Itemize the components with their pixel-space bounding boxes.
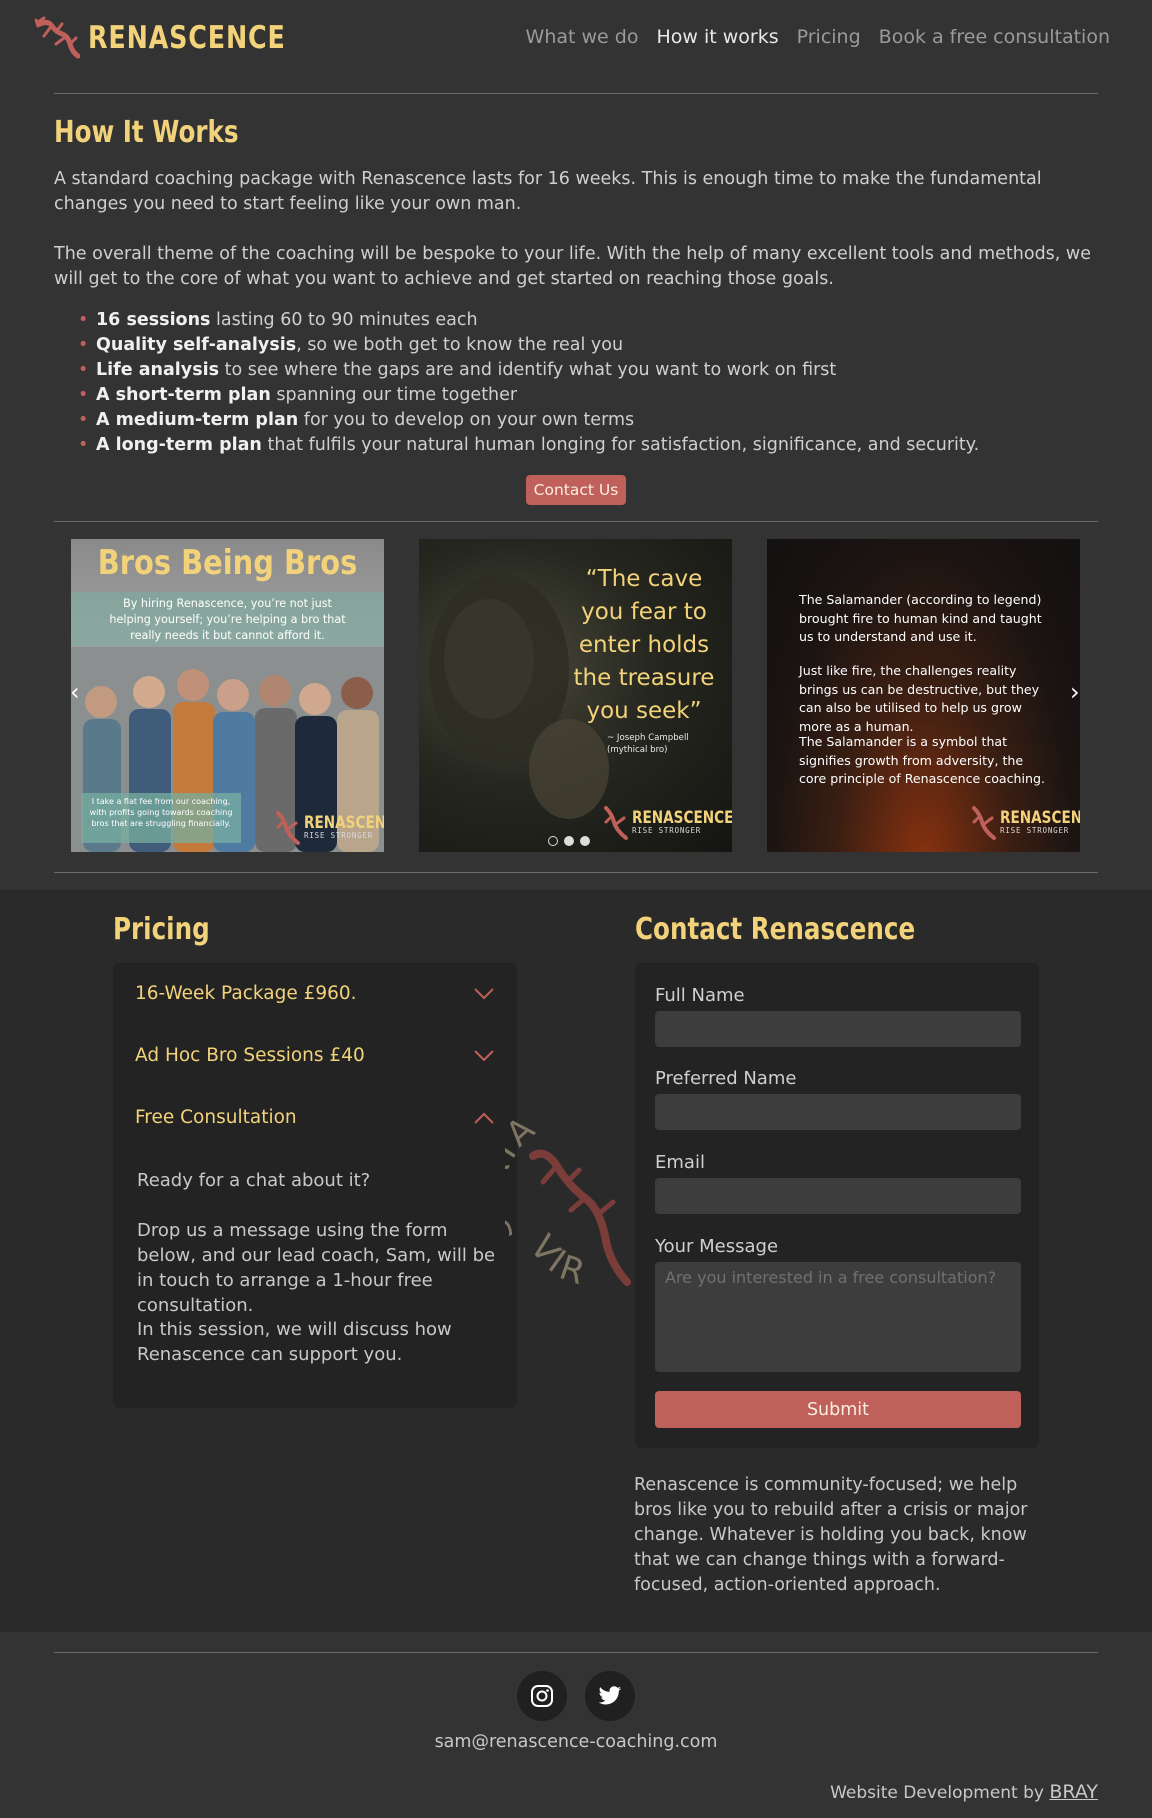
carousel-slide-bros: Bros Being Bros By hiring Renascence, yo… xyxy=(71,539,384,852)
chevron-down-icon xyxy=(474,1050,494,1062)
accordion-label: Free Consultation xyxy=(135,1107,297,1128)
main-nav: What we do How it works Pricing Book a f… xyxy=(526,26,1110,48)
accordion-body-text: Ready for a chat about it? xyxy=(137,1170,371,1191)
pricing-title: Pricing xyxy=(113,912,210,947)
community-text: Renascence is community-focused; we help… xyxy=(634,1475,1028,1595)
instagram-icon xyxy=(531,1685,553,1707)
slide-text: The Salamander is a symbol that signifie… xyxy=(799,734,1045,786)
list-item: 16 sessions lasting 60 to 90 minutes eac… xyxy=(78,308,979,333)
instagram-link[interactable] xyxy=(517,1671,567,1721)
carousel-slide-salamander: The Salamander (according to legend) bro… xyxy=(767,539,1080,852)
footer-email[interactable]: sam@renascence-coaching.com xyxy=(0,1732,1152,1752)
list-item: A long-term plan that fulfils your natur… xyxy=(78,433,979,458)
nav-book-consultation[interactable]: Book a free consultation xyxy=(879,26,1110,48)
list-item: Life analysis to see where the gaps are … xyxy=(78,358,979,383)
seal-emblem: SERIA VIR xyxy=(505,1107,631,1294)
how-theme-paragraph: The overall theme of the coaching will b… xyxy=(54,244,1092,289)
email-field[interactable] xyxy=(655,1178,1021,1214)
image-carousel: Bros Being Bros By hiring Renascence, yo… xyxy=(0,538,1152,856)
carousel-slide-quote: “The cave you fear to enter holds the tr… xyxy=(419,539,732,852)
salamander-logo-icon xyxy=(972,806,996,840)
accordion-item-ad-hoc[interactable]: Ad Hoc Bro Sessions £40 xyxy=(135,1045,495,1075)
accordion-body-text: In this session, we will discuss how Ren… xyxy=(137,1319,452,1365)
how-intro-paragraph: A standard coaching package with Renasce… xyxy=(54,169,1042,214)
brand-mark-word: RENASCENCE xyxy=(1000,807,1080,828)
credit-prefix: Website Development by xyxy=(830,1783,1044,1803)
chevron-up-icon xyxy=(474,1112,494,1124)
brand-mark-word: RENASCENCE xyxy=(304,812,384,833)
divider xyxy=(54,872,1098,873)
full-name-field[interactable] xyxy=(655,1011,1021,1047)
divider xyxy=(54,521,1098,522)
carousel-dot[interactable] xyxy=(580,836,590,846)
slide-text: The Salamander (according to legend) bro… xyxy=(799,592,1042,644)
site-footer: sam@renascence-coaching.com Website Deve… xyxy=(0,1632,1152,1818)
submit-button[interactable]: Submit xyxy=(655,1391,1021,1428)
site-header: RENASCENCE What we do How it works Prici… xyxy=(0,0,1152,80)
twitter-link[interactable] xyxy=(585,1671,635,1721)
svg-text:VIR: VIR xyxy=(522,1228,594,1294)
preferred-name-field[interactable] xyxy=(655,1094,1021,1130)
carousel-indicators xyxy=(548,836,590,846)
slide-footnote-text: I take a flat fee from our coaching, wit… xyxy=(89,797,233,828)
brand-mark: RENASCENCERISE STRONGER xyxy=(602,802,732,842)
carousel-dot[interactable] xyxy=(564,836,574,846)
contact-form: Full Name Preferred Name Email Your Mess… xyxy=(635,963,1039,1448)
accordion-item-free-consultation[interactable]: Free Consultation xyxy=(135,1107,495,1137)
slide-band-text: By hiring Renascence, you’re not just he… xyxy=(109,597,346,642)
brand-mark-word: RENASCENCE xyxy=(632,807,732,828)
chevron-right-icon[interactable]: › xyxy=(1070,678,1080,706)
features-list: 16 sessions lasting 60 to 90 minutes eac… xyxy=(78,308,979,458)
logo[interactable]: RENASCENCE xyxy=(34,14,329,62)
svg-text:SERIA: SERIA xyxy=(505,1107,545,1248)
nav-what-we-do[interactable]: What we do xyxy=(526,26,639,48)
preferred-name-label: Preferred Name xyxy=(655,1068,797,1089)
list-item: A short-term plan spanning our time toge… xyxy=(78,383,979,408)
chevron-left-icon[interactable]: ‹ xyxy=(70,678,80,706)
slide-footnote: I take a flat fee from our coaching, wit… xyxy=(81,793,241,843)
brand-mark: RENASCENCERISE STRONGER xyxy=(274,807,384,847)
contact-title: Contact Renascence xyxy=(635,912,916,947)
divider xyxy=(54,93,1098,94)
contact-us-button[interactable]: Contact Us xyxy=(526,475,626,505)
quote-text: “The cave you fear to enter holds the tr… xyxy=(573,566,715,724)
message-field[interactable] xyxy=(655,1262,1021,1372)
accordion-item-16-week[interactable]: 16-Week Package £960. xyxy=(135,983,495,1013)
salamander-logo-icon xyxy=(34,16,80,59)
brand-mark: RENASCENCERISE STRONGER xyxy=(970,802,1080,842)
slide-text: Just like fire, the challenges reality b… xyxy=(799,663,1040,734)
bray-link[interactable]: BRAY xyxy=(1049,1781,1098,1803)
twitter-icon xyxy=(598,1686,622,1705)
accordion-label: Ad Hoc Bro Sessions £40 xyxy=(135,1045,365,1066)
chevron-down-icon xyxy=(474,988,494,1000)
divider xyxy=(54,1652,1098,1653)
list-item: A medium-term plan for you to develop on… xyxy=(78,408,979,433)
nav-pricing[interactable]: Pricing xyxy=(797,26,861,48)
quote-attribution: ~ Joseph Campbell (mythical bro) xyxy=(607,733,689,755)
full-name-label: Full Name xyxy=(655,985,745,1006)
brand-wordmark: RENASCENCE xyxy=(88,20,286,56)
accordion-label: 16-Week Package £960. xyxy=(135,983,357,1004)
pricing-accordion: 16-Week Package £960. Ad Hoc Bro Session… xyxy=(113,963,517,1408)
salamander-logo-icon xyxy=(276,811,300,845)
accordion-body-text: Drop us a message using the form below, … xyxy=(137,1220,496,1316)
salamander-logo-icon xyxy=(604,806,628,840)
slide-title: Bros Being Bros xyxy=(97,543,358,583)
footer-credit: Website Development by BRAY xyxy=(830,1781,1098,1803)
list-item: Quality self-analysis, so we both get to… xyxy=(78,333,979,358)
nav-how-it-works[interactable]: How it works xyxy=(656,26,778,48)
message-label: Your Message xyxy=(655,1236,779,1257)
carousel-dot[interactable] xyxy=(548,836,558,846)
how-it-works-title: How It Works xyxy=(54,115,239,150)
slide-band: By hiring Renascence, you’re not just he… xyxy=(71,592,384,646)
email-label: Email xyxy=(655,1152,705,1173)
